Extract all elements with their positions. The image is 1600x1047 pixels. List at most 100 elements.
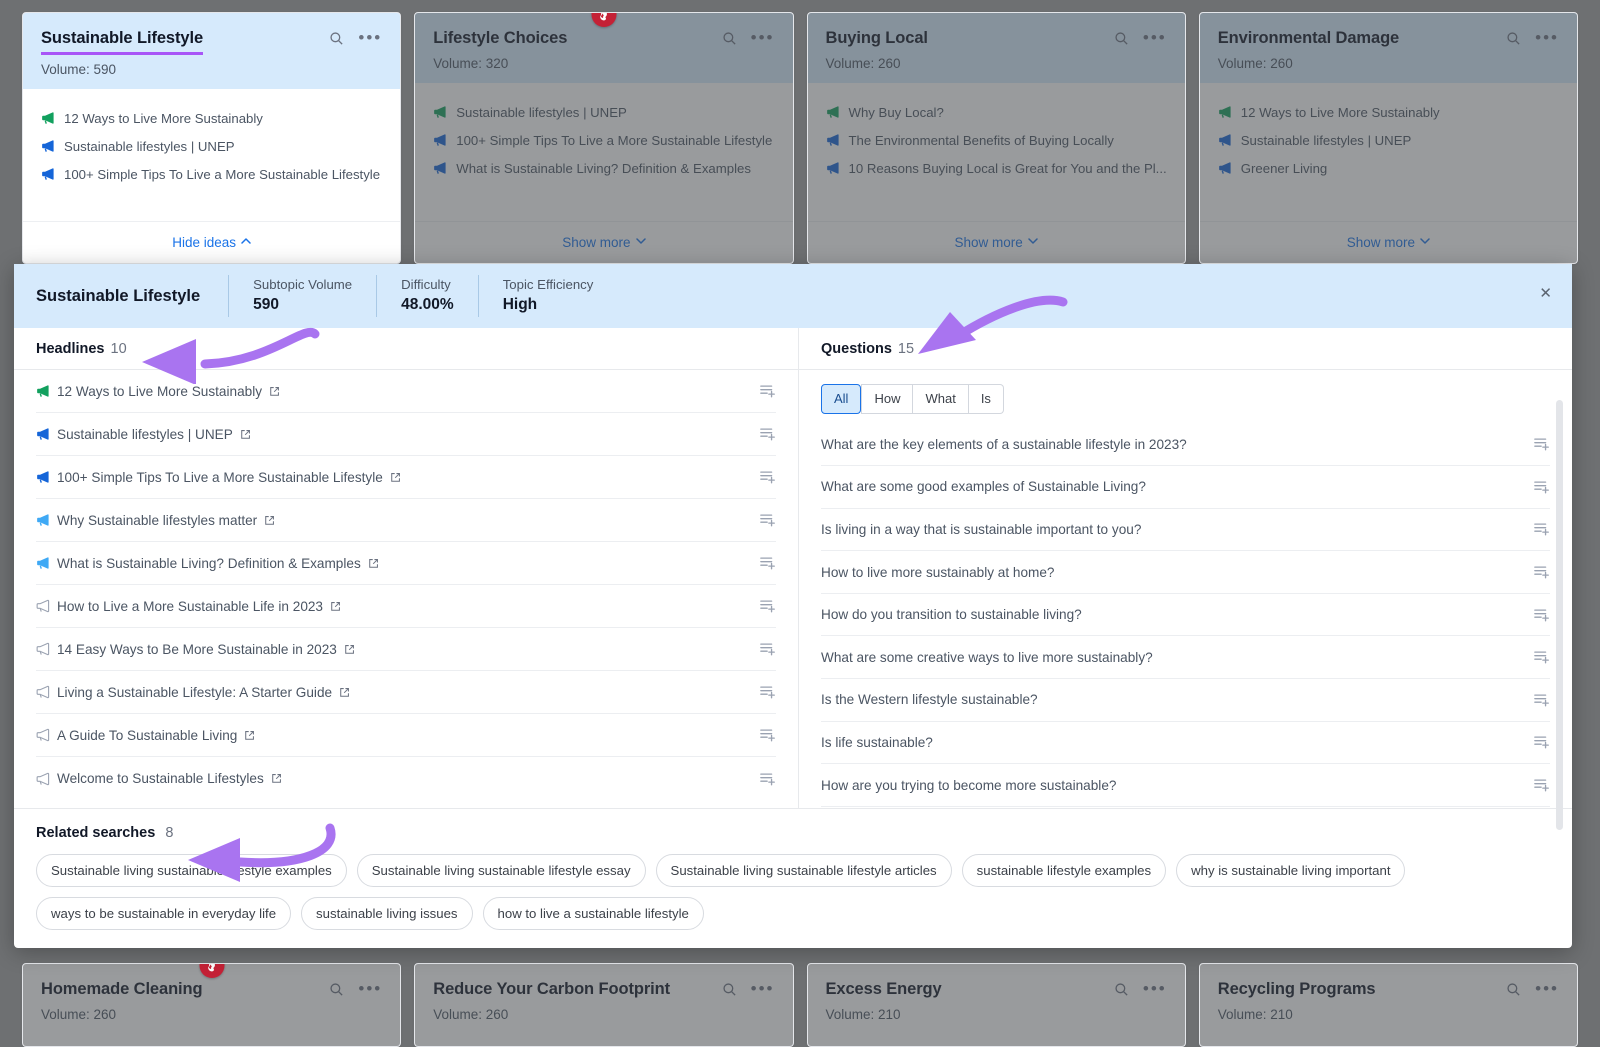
- headline-row[interactable]: How to Live a More Sustainable Life in 2…: [36, 585, 776, 628]
- related-search-chip[interactable]: sustainable lifestyle examples: [961, 853, 1167, 887]
- add-to-list-icon[interactable]: [760, 685, 776, 699]
- add-to-list-icon[interactable]: [1534, 608, 1550, 622]
- questions-scrollbar[interactable]: [1556, 400, 1563, 830]
- question-row[interactable]: Is living in a way that is sustainable i…: [821, 509, 1550, 552]
- question-row[interactable]: What are some good examples of Sustainab…: [821, 466, 1550, 509]
- question-row[interactable]: What are some creative ways to live more…: [821, 636, 1550, 680]
- topic-idea-item[interactable]: Sustainable lifestyles | UNEP: [41, 139, 382, 154]
- more-options-icon[interactable]: •••: [1143, 29, 1167, 46]
- headline-row[interactable]: Welcome to Sustainable Lifestyles: [36, 757, 776, 800]
- add-to-list-icon[interactable]: [760, 772, 776, 786]
- related-search-chip[interactable]: ways to be sustainable in everyday life: [36, 896, 292, 930]
- related-search-chip[interactable]: Sustainable living sustainable lifestyle…: [655, 853, 952, 887]
- add-to-list-icon[interactable]: [760, 384, 776, 398]
- topic-card[interactable]: Sustainable Lifestyle ••• Volume: 590 12 Wa…: [22, 12, 402, 264]
- toggle-ideas-button[interactable]: Show more: [1199, 221, 1577, 263]
- related-search-chip[interactable]: Sustainable living sustainable lifestyle…: [36, 853, 347, 887]
- headline-row[interactable]: 100+ Simple Tips To Live a More Sustaina…: [36, 456, 776, 499]
- related-search-chip[interactable]: why is sustainable living important: [1176, 853, 1406, 887]
- toggle-ideas-button[interactable]: Show more: [807, 221, 1185, 263]
- topic-idea-item[interactable]: Why Buy Local?: [826, 105, 1167, 120]
- more-options-icon[interactable]: •••: [1535, 29, 1559, 46]
- external-link-icon[interactable]: [271, 773, 282, 784]
- headline-row[interactable]: What is Sustainable Living? Definition &…: [36, 542, 776, 585]
- add-to-list-icon[interactable]: [760, 513, 776, 527]
- topic-idea-item[interactable]: Sustainable lifestyles | UNEP: [1218, 133, 1559, 148]
- headline-row[interactable]: Living a Sustainable Lifestyle: A Starte…: [36, 671, 776, 714]
- topic-idea-item[interactable]: 100+ Simple Tips To Live a More Sustaina…: [41, 167, 382, 182]
- external-link-icon[interactable]: [264, 515, 275, 526]
- external-link-icon[interactable]: [330, 601, 341, 612]
- search-icon[interactable]: [1114, 31, 1129, 46]
- topic-card[interactable]: Lifestyle Choices ••• Volume: 320 Sustainab…: [414, 12, 794, 264]
- topic-card[interactable]: Homemade Cleaning ••• Volume: 260: [22, 963, 402, 1047]
- topic-idea-item[interactable]: 12 Ways to Live More Sustainably: [41, 111, 382, 126]
- close-icon[interactable]: ✕: [1539, 286, 1552, 301]
- add-to-list-icon[interactable]: [1534, 522, 1550, 536]
- add-to-list-icon[interactable]: [1534, 650, 1550, 664]
- topic-idea-item[interactable]: The Environmental Benefits of Buying Loc…: [826, 133, 1167, 148]
- add-to-list-icon[interactable]: [760, 470, 776, 484]
- topic-idea-item[interactable]: Sustainable lifestyles | UNEP: [433, 105, 774, 120]
- question-filter-all[interactable]: All: [821, 384, 862, 414]
- more-options-icon[interactable]: •••: [358, 29, 382, 46]
- question-row[interactable]: Is the Western lifestyle sustainable?: [821, 679, 1550, 722]
- search-icon[interactable]: [329, 982, 344, 997]
- search-icon[interactable]: [722, 31, 737, 46]
- external-link-icon[interactable]: [339, 687, 350, 698]
- add-to-list-icon[interactable]: [760, 427, 776, 441]
- headline-row[interactable]: A Guide To Sustainable Living: [36, 714, 776, 757]
- add-to-list-icon[interactable]: [1534, 778, 1550, 792]
- more-options-icon[interactable]: •••: [751, 29, 775, 46]
- toggle-ideas-button[interactable]: Hide ideas: [23, 221, 401, 263]
- related-search-chip[interactable]: sustainable living issues: [301, 896, 473, 930]
- add-to-list-icon[interactable]: [760, 599, 776, 613]
- more-options-icon[interactable]: •••: [358, 980, 382, 997]
- topic-idea-item[interactable]: 100+ Simple Tips To Live a More Sustaina…: [433, 133, 774, 148]
- search-icon[interactable]: [1506, 31, 1521, 46]
- external-link-icon[interactable]: [390, 472, 401, 483]
- more-options-icon[interactable]: •••: [1143, 980, 1167, 997]
- more-options-icon[interactable]: •••: [751, 980, 775, 997]
- external-link-icon[interactable]: [368, 558, 379, 569]
- related-search-chip[interactable]: Sustainable living sustainable lifestyle…: [356, 853, 646, 887]
- headline-row[interactable]: 14 Easy Ways to Be More Sustainable in 2…: [36, 628, 776, 671]
- more-options-icon[interactable]: •••: [1535, 980, 1559, 997]
- search-icon[interactable]: [329, 31, 344, 46]
- add-to-list-icon[interactable]: [1534, 735, 1550, 749]
- topic-card[interactable]: Buying Local ••• Volume: 260 Why Buy Local?…: [806, 12, 1186, 264]
- related-search-chip[interactable]: how to live a sustainable lifestyle: [482, 896, 704, 930]
- add-to-list-icon[interactable]: [1534, 437, 1550, 451]
- headline-row[interactable]: Sustainable lifestyles | UNEP: [36, 413, 776, 456]
- search-icon[interactable]: [722, 982, 737, 997]
- topic-card[interactable]: Environmental Damage ••• Volume: 260 12 Way…: [1198, 12, 1578, 264]
- question-row[interactable]: How are you trying to become more sustai…: [821, 764, 1550, 807]
- add-to-list-icon[interactable]: [760, 642, 776, 656]
- add-to-list-icon[interactable]: [760, 556, 776, 570]
- question-filter-how[interactable]: How: [861, 384, 914, 414]
- external-link-icon[interactable]: [269, 386, 280, 397]
- external-link-icon[interactable]: [244, 730, 255, 741]
- question-filter-what[interactable]: What: [913, 384, 969, 414]
- question-row[interactable]: How to live more sustainably at home?: [821, 551, 1550, 594]
- topic-idea-item[interactable]: What is Sustainable Living? Definition &…: [433, 161, 774, 176]
- search-icon[interactable]: [1506, 982, 1521, 997]
- topic-card[interactable]: Recycling Programs ••• Volume: 210: [1198, 963, 1578, 1047]
- question-filter-is[interactable]: Is: [968, 384, 1004, 414]
- topic-card[interactable]: Excess Energy ••• Volume: 210: [806, 963, 1186, 1047]
- headline-row[interactable]: Why Sustainable lifestyles matter: [36, 499, 776, 542]
- add-to-list-icon[interactable]: [1534, 480, 1550, 494]
- search-icon[interactable]: [1114, 982, 1129, 997]
- topic-idea-item[interactable]: 12 Ways to Live More Sustainably: [1218, 105, 1559, 120]
- headline-row[interactable]: 12 Ways to Live More Sustainably: [36, 370, 776, 413]
- external-link-icon[interactable]: [344, 644, 355, 655]
- add-to-list-icon[interactable]: [760, 728, 776, 742]
- question-row[interactable]: Is life sustainable?: [821, 722, 1550, 765]
- topic-card[interactable]: Reduce Your Carbon Footprint ••• Volume: 2…: [414, 963, 794, 1047]
- add-to-list-icon[interactable]: [1534, 693, 1550, 707]
- question-row[interactable]: What are the key elements of a sustainab…: [821, 424, 1550, 467]
- topic-idea-item[interactable]: 10 Reasons Buying Local is Great for You…: [826, 161, 1167, 176]
- add-to-list-icon[interactable]: [1534, 565, 1550, 579]
- question-row[interactable]: How do you transition to sustainable liv…: [821, 594, 1550, 637]
- external-link-icon[interactable]: [240, 429, 251, 440]
